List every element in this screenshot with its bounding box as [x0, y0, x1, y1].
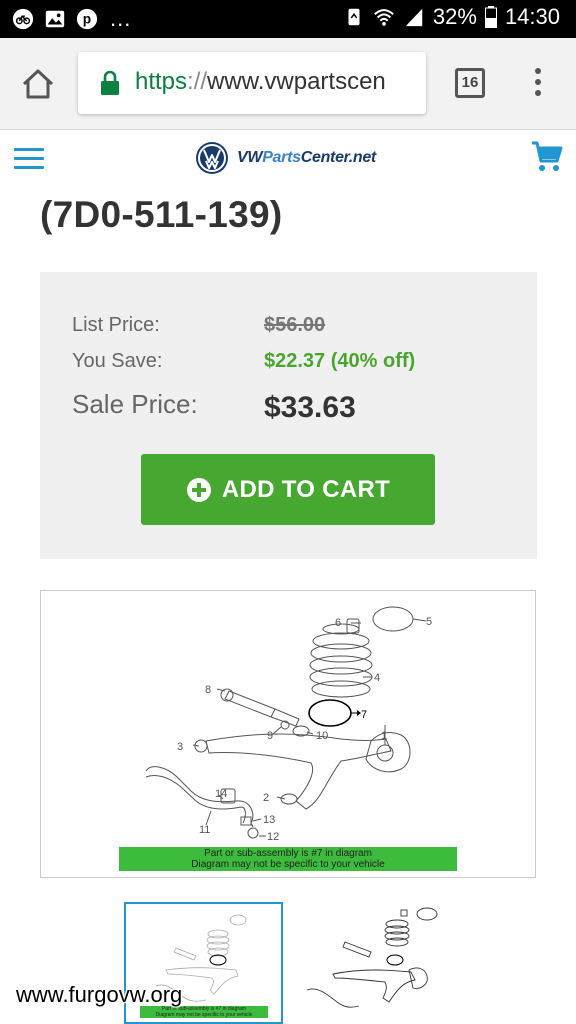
- status-right: 32% 14:30: [343, 4, 560, 30]
- callout-9: 9: [267, 730, 273, 742]
- address-bar[interactable]: https://www.vwpartscen: [78, 52, 426, 114]
- callout-7: 7: [361, 709, 367, 721]
- part-number-title: (7D0-511-139): [40, 194, 283, 235]
- status-left: p ...: [12, 6, 131, 32]
- callout-11: 11: [199, 824, 210, 836]
- cart-icon[interactable]: [530, 139, 564, 173]
- status-overflow: ...: [110, 6, 132, 31]
- diagram-banner-line1: Part or sub-assembly is #7 in diagram: [204, 848, 372, 859]
- thumbnail-2-drawing: [306, 907, 438, 1008]
- overflow-menu-icon[interactable]: [530, 68, 546, 100]
- you-save-label: You Save:: [72, 350, 163, 372]
- price-box: List Price: $56.00 You Save: $22.37 (40%…: [40, 272, 537, 559]
- hamburger-menu-icon[interactable]: [14, 148, 44, 170]
- part-7-oring[interactable]: [308, 699, 352, 727]
- clock: 14:30: [504, 4, 560, 29]
- svg-text:p: p: [83, 12, 91, 27]
- site-header: VWPartsCenter.net: [0, 131, 576, 187]
- logo-text: VWPartsCenter.net: [237, 149, 376, 167]
- status-bar: p ... 32% 14:30: [0, 0, 576, 38]
- logo-light: Parts: [262, 149, 301, 166]
- parts-diagram[interactable]: 1 2 3 4 5 6 7 8 9 10 11 12 13 14 Part or…: [40, 590, 536, 878]
- plus-circle-icon: [186, 477, 211, 502]
- diagram-drawing: 1 2 3 4 5 6 7 8 9 10 11 12 13 14: [145, 606, 432, 843]
- callout-6: 6: [335, 617, 341, 629]
- browser-toolbar: https://www.vwpartscen 16: [0, 38, 576, 130]
- image-icon: [45, 10, 65, 28]
- callout-4: 4: [374, 672, 380, 684]
- bike-icon: [12, 8, 34, 30]
- callout-8: 8: [205, 684, 211, 696]
- url-host: www.vwpartscen: [207, 68, 386, 95]
- signal-icon: [405, 8, 423, 27]
- callout-1: 1: [381, 730, 387, 742]
- logo-bold: VW: [237, 149, 263, 166]
- home-icon[interactable]: [20, 66, 56, 102]
- watermark-text: www.furgovw.org: [16, 982, 183, 1007]
- callout-14: 14: [215, 788, 227, 800]
- diagram-banner-line2: Diagram may not be specific to your vehi…: [191, 859, 385, 870]
- callout-10: 10: [316, 730, 328, 742]
- tab-switcher-button[interactable]: 16: [455, 68, 485, 98]
- thumbnail-2[interactable]: [293, 902, 453, 1024]
- callout-13: 13: [263, 814, 275, 826]
- vw-logo-icon: [196, 142, 228, 174]
- wifi-icon: [374, 9, 394, 26]
- url-separator: ://: [187, 68, 208, 95]
- pinterest-icon: p: [76, 8, 98, 30]
- callout-2: 2: [263, 792, 269, 804]
- thumbnail-1-banner-line2: Diagram may not be specific to your vehi…: [155, 1012, 253, 1018]
- you-save-value: $22.37 (40% off): [264, 350, 416, 372]
- logo-rest: Center.net: [300, 149, 377, 166]
- battery-percent: 32%: [432, 4, 477, 29]
- add-to-cart-label: ADD TO CART: [221, 475, 391, 503]
- list-price-value: $56.00: [264, 314, 326, 336]
- callout-12: 12: [267, 831, 279, 843]
- battery-icon: [484, 6, 497, 28]
- site-logo[interactable]: VWPartsCenter.net: [195, 140, 376, 176]
- callout-5: 5: [426, 616, 432, 628]
- callout-3: 3: [177, 741, 183, 753]
- diagram-banner: Part or sub-assembly is #7 in diagram Di…: [119, 847, 457, 871]
- recycle-icon: [348, 8, 360, 26]
- list-price-label: List Price:: [72, 314, 160, 336]
- url-scheme: https: [135, 68, 188, 95]
- sale-price-value: $33.63: [264, 391, 356, 424]
- lock-icon: [101, 70, 119, 95]
- url-text: https://www.vwpartscen: [135, 68, 386, 96]
- add-to-cart-button[interactable]: ADD TO CART: [141, 454, 435, 525]
- sale-price-label: Sale Price:: [72, 389, 198, 419]
